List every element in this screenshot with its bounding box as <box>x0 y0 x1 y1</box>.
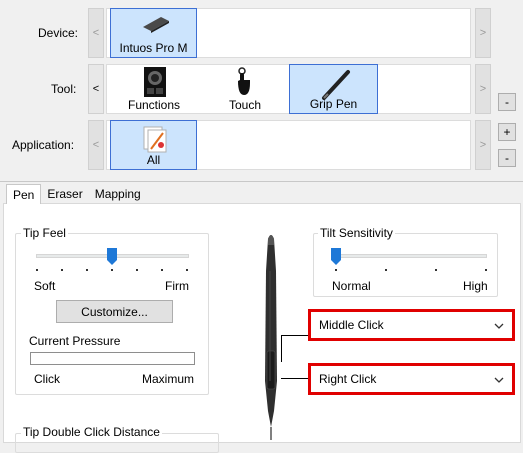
slider-tick <box>61 269 63 271</box>
application-remove-button[interactable]: - <box>498 149 516 167</box>
tool-tile-functions[interactable]: Functions <box>116 64 192 114</box>
upper-side-button-value: Middle Click <box>319 318 384 332</box>
tool-label: Tool: <box>51 82 77 96</box>
chevron-down-icon <box>494 318 504 332</box>
tool-tile-grip-pen[interactable]: Grip Pen <box>289 64 378 114</box>
device-scroll-right-button[interactable]: > <box>475 8 491 58</box>
tab-mapping[interactable]: Mapping <box>89 184 147 204</box>
tool-tile-touch[interactable]: Touch <box>210 64 280 114</box>
current-pressure-label: Current Pressure <box>29 334 121 348</box>
normal-label: Normal <box>332 279 371 293</box>
soft-label: Soft <box>34 279 56 293</box>
tablet-icon <box>141 15 171 36</box>
click-label: Click <box>34 372 60 386</box>
lower-side-button-dropdown[interactable]: Right Click <box>308 363 515 395</box>
device-tile-intuos-pro-m[interactable]: Intuos Pro M <box>110 8 197 58</box>
device-scroll-left-button[interactable]: < <box>88 8 104 58</box>
customize-button[interactable]: Customize... <box>56 300 173 323</box>
slider-tick <box>335 269 337 271</box>
device-label: Device: <box>38 26 79 40</box>
upper-side-button-dropdown[interactable]: Middle Click <box>308 309 515 341</box>
tool-tile-label: Touch <box>228 98 262 112</box>
firm-label: Firm <box>165 279 189 293</box>
high-label: High <box>463 279 488 293</box>
functions-icon <box>144 67 166 100</box>
application-label: Application: <box>12 138 75 152</box>
device-tile-label: Intuos Pro M <box>119 41 188 55</box>
tab-pen[interactable]: Pen <box>6 184 42 204</box>
tool-tile-label: Functions <box>127 98 181 112</box>
application-scroll-right-button[interactable]: > <box>475 120 491 170</box>
chevron-down-icon <box>494 372 504 386</box>
tool-scroll-right-button[interactable]: > <box>475 64 491 114</box>
slider-tick <box>36 269 38 271</box>
touch-hand-icon <box>236 67 252 100</box>
slider-tick <box>435 269 437 271</box>
tip-feel-slider-thumb[interactable] <box>107 248 117 265</box>
application-add-button[interactable]: + <box>498 123 516 141</box>
current-pressure-bar <box>30 352 195 365</box>
maximum-label: Maximum <box>142 372 195 386</box>
tilt-sensitivity-title: Tilt Sensitivity <box>318 226 395 240</box>
tool-scroll-left-button[interactable]: < <box>88 64 104 114</box>
tab-eraser[interactable]: Eraser <box>41 184 88 204</box>
lower-side-button-value: Right Click <box>319 372 377 386</box>
upper-button-connector <box>281 335 308 336</box>
tool-remove-button[interactable]: - <box>498 93 516 111</box>
application-scroll-left-button[interactable]: < <box>88 120 104 170</box>
tilt-slider-thumb[interactable] <box>331 248 341 265</box>
slider-tick <box>86 269 88 271</box>
slider-tick <box>186 269 188 271</box>
slider-tick <box>385 269 387 271</box>
slider-tick <box>485 269 487 271</box>
slider-tick <box>111 269 113 271</box>
tab-bar: Pen Eraser Mapping <box>6 184 147 204</box>
slider-tick <box>161 269 163 271</box>
upper-button-connector <box>281 335 282 362</box>
grip-pen-illustration <box>257 231 287 443</box>
tip-double-click-title: Tip Double Click Distance <box>21 425 162 439</box>
application-tile-all[interactable]: All <box>110 120 197 170</box>
tip-feel-title: Tip Feel <box>21 226 68 240</box>
lower-button-connector <box>281 378 308 379</box>
slider-tick <box>136 269 138 271</box>
tilt-slider-track[interactable] <box>334 254 487 258</box>
pen-icon <box>320 68 352 103</box>
all-apps-icon <box>141 125 169 156</box>
